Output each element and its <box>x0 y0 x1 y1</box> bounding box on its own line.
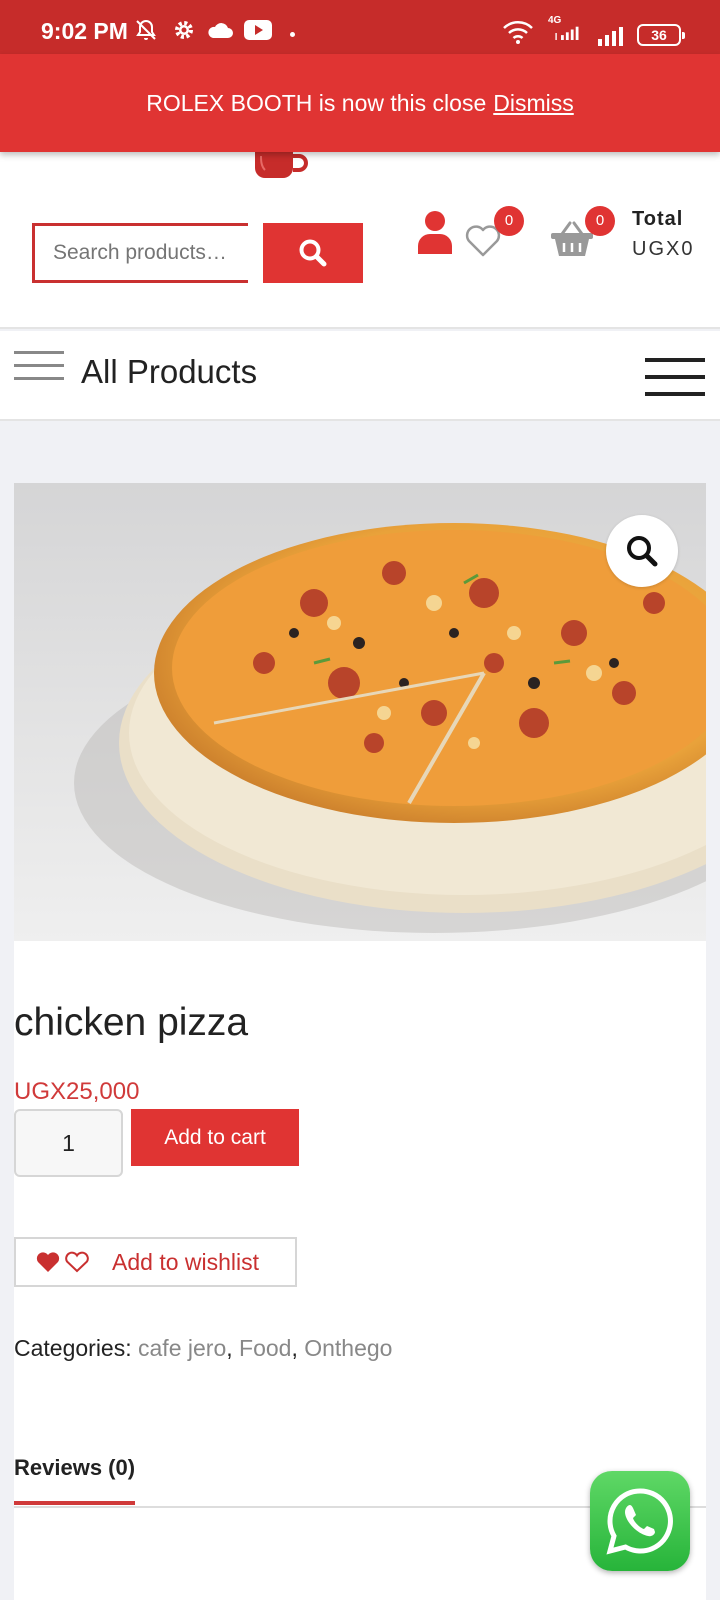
quantity-input[interactable]: 1 <box>14 1109 123 1177</box>
wifi-icon <box>502 20 534 44</box>
site-header: 0 0 Total UGX0 <box>0 152 720 329</box>
categories-label: Categories: <box>14 1335 132 1361</box>
status-bar: 9:02 PM 4G 36 <box>0 0 720 54</box>
cloud-icon <box>206 18 234 42</box>
heart-outline-icon <box>65 1251 89 1273</box>
zoom-button[interactable] <box>606 515 678 587</box>
logo-mug-icon[interactable] <box>253 152 313 182</box>
store-notice: ROLEX BOOTH is now this close Dismiss <box>0 54 720 152</box>
hamburger-menu-icon[interactable] <box>645 358 707 398</box>
settings-icon <box>172 18 196 42</box>
network-label: 4G <box>548 15 562 26</box>
product-card: chicken pizza UGX25,000 1 Add to cart Ad… <box>14 483 706 1600</box>
category-link[interactable]: Food <box>239 1335 291 1361</box>
add-to-wishlist-button[interactable]: Add to wishlist <box>14 1237 297 1287</box>
category-link[interactable]: cafe jero <box>138 1335 226 1361</box>
add-to-cart-button[interactable]: Add to cart <box>131 1109 299 1166</box>
search-button[interactable] <box>263 223 363 283</box>
account-icon[interactable] <box>416 210 454 254</box>
mute-icon <box>134 18 158 42</box>
cart-total-label: Total <box>632 208 684 230</box>
search-icon <box>299 239 327 267</box>
search-input[interactable] <box>32 223 248 283</box>
categories-menu-icon[interactable] <box>14 351 66 385</box>
category-link[interactable]: Onthego <box>304 1335 392 1361</box>
cart-total-value: UGX0 <box>632 238 695 260</box>
whatsapp-icon <box>606 1488 673 1555</box>
heart-filled-icon <box>36 1252 60 1272</box>
nav-title[interactable]: All Products <box>81 353 257 391</box>
status-dot <box>290 32 295 37</box>
product-title: chicken pizza <box>14 1001 249 1044</box>
product-image[interactable] <box>14 483 706 941</box>
wishlist-label: Add to wishlist <box>112 1248 260 1275</box>
youtube-icon <box>244 18 272 42</box>
product-categories: Categories: cafe jero, Food, Onthego <box>14 1335 393 1361</box>
whatsapp-button[interactable] <box>590 1471 690 1571</box>
category-nav: All Products <box>0 331 720 421</box>
dismiss-link[interactable]: Dismiss <box>493 90 574 117</box>
wishlist-hearts <box>36 1251 90 1273</box>
signal-icon <box>596 24 626 48</box>
notice-text: ROLEX BOOTH is now this close <box>146 89 487 116</box>
tab-reviews[interactable]: Reviews (0) <box>14 1455 136 1505</box>
product-price: UGX25,000 <box>14 1078 140 1105</box>
magnifier-icon <box>627 536 658 567</box>
signal-4g-icon: 4G <box>548 16 588 40</box>
battery-icon: 36 <box>637 24 685 46</box>
cart-count-badge: 0 <box>585 206 615 236</box>
wishlist-count-badge: 0 <box>494 206 524 236</box>
status-time: 9:02 PM <box>41 18 128 44</box>
